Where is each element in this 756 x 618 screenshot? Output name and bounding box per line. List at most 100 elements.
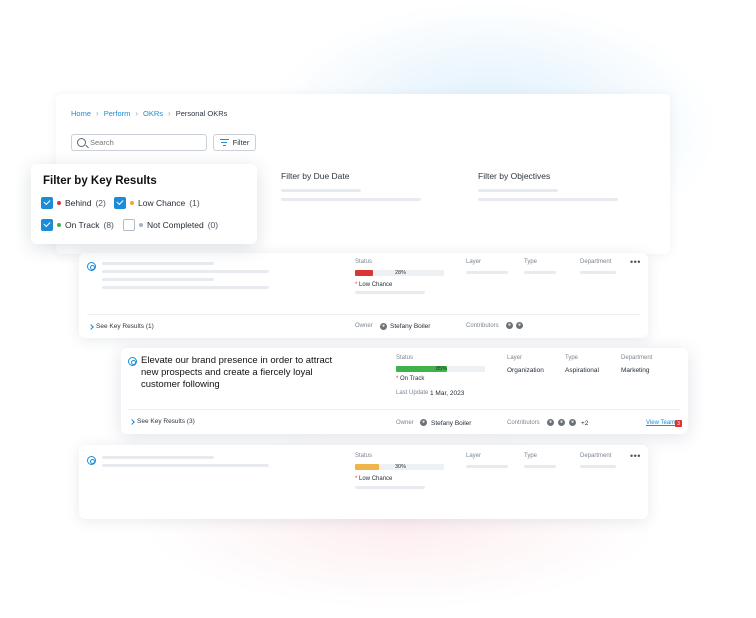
divider (128, 409, 680, 410)
avatar (419, 418, 428, 427)
layer-label: Layer (466, 259, 482, 265)
progress-percent: 28% (395, 270, 407, 276)
avatar (557, 418, 566, 427)
contributors-label: Contributors (466, 323, 499, 329)
skeleton-line (102, 270, 269, 273)
see-key-results-link[interactable]: See Key Results (1) (88, 323, 154, 330)
option-label: Not Completed (147, 220, 204, 230)
chevron-right-icon: › (96, 109, 99, 118)
status-chance: * Low Chance (355, 282, 393, 288)
see-key-results-text: See Key Results (1) (96, 323, 154, 330)
option-count: (2) (95, 198, 106, 208)
filter-option-not-completed[interactable]: Not Completed (0) (123, 219, 218, 231)
popup-title: Filter by Key Results (43, 175, 157, 187)
last-update-value: 1 Mar, 2023 (430, 390, 465, 397)
layer-label: Layer (507, 355, 523, 361)
skeleton-line (466, 465, 508, 468)
target-icon (128, 357, 137, 366)
status-label: Status (355, 259, 373, 265)
option-label: Behind (65, 198, 92, 208)
avatar (568, 418, 577, 427)
checkbox[interactable] (41, 197, 53, 209)
skeleton-line (580, 465, 616, 468)
progress-bar-fill (355, 464, 380, 470)
department-label: Department (580, 453, 612, 459)
filter-due-date-title: Filter by Due Date (281, 171, 350, 181)
chevron-right-icon: › (135, 109, 139, 118)
owner-name: Stefany Boiler (431, 420, 472, 427)
option-label: On Track (65, 220, 100, 230)
more-options-icon[interactable]: ••• (630, 452, 641, 461)
progress-bar-fill (355, 270, 373, 276)
avatar (379, 322, 388, 331)
department-label: Department (580, 259, 612, 265)
status-chance-text: On Track (400, 376, 425, 382)
chevron-right-icon (129, 418, 135, 425)
filter-icon (219, 139, 229, 146)
contributors-label: Contributors (507, 420, 540, 426)
filter-button-label: Filter (232, 138, 250, 147)
avatar (515, 321, 524, 330)
breadcrumb: Home › Perform › OKRs › Personal OKRs (71, 109, 227, 118)
skeleton-line (355, 486, 425, 489)
filter-button[interactable]: Filter (213, 134, 256, 151)
filter-option-on-track[interactable]: On Track (8) (41, 219, 114, 231)
checkbox[interactable] (123, 219, 135, 231)
chevron-right-icon: › (168, 109, 171, 118)
checkbox[interactable] (41, 219, 53, 231)
breadcrumb-home[interactable]: Home (71, 109, 91, 118)
skeleton-line (102, 286, 269, 289)
skeleton-line (102, 456, 214, 459)
progress-percent: 85% (436, 366, 448, 372)
skeleton-line (478, 198, 618, 201)
skeleton-line (355, 291, 425, 294)
extra-contributors-count: +2 (581, 420, 589, 427)
divider (87, 314, 640, 315)
owner-name: Stefany Boiler (390, 323, 431, 330)
filter-option-behind[interactable]: Behind (2) (41, 197, 106, 209)
more-options-icon[interactable]: ••• (630, 258, 641, 267)
skeleton-line (102, 464, 269, 467)
skeleton-line (524, 465, 556, 468)
breadcrumb-okrs[interactable]: OKRs (143, 109, 163, 118)
status-dot (130, 201, 134, 205)
skeleton-line (102, 278, 214, 281)
option-count: (1) (189, 198, 200, 208)
status-dot (57, 223, 61, 227)
option-count: (0) (207, 220, 219, 230)
okr-title[interactable]: Elevate our brand presence in order to a… (141, 355, 351, 391)
skeleton-line (281, 189, 361, 192)
status-chance: * Low Chance (355, 476, 393, 482)
filter-objectives-title: Filter by Objectives (478, 171, 551, 181)
status-dot (57, 201, 61, 205)
team-count-badge: 3 (675, 420, 682, 427)
status-label: Status (396, 355, 414, 361)
skeleton-line (102, 262, 214, 265)
skeleton-line (524, 271, 556, 274)
status-chance-text: Low Chance (359, 476, 393, 482)
layer-label: Layer (466, 453, 482, 459)
option-label: Low Chance (138, 198, 186, 208)
search-box[interactable] (71, 134, 207, 151)
owner-label: Owner (355, 323, 373, 329)
checkbox[interactable] (114, 197, 126, 209)
progress-percent: 30% (395, 464, 407, 470)
view-team-link[interactable]: View Team (646, 420, 675, 426)
target-icon (87, 262, 96, 271)
breadcrumb-current: Personal OKRs (175, 109, 228, 118)
type-value: Aspirational (565, 367, 599, 374)
status-label: Status (355, 453, 373, 459)
layer-value: Organization (507, 367, 544, 374)
status-chance: * On Track (396, 376, 425, 382)
type-label: Type (524, 453, 538, 459)
type-label: Type (565, 355, 579, 361)
see-key-results-link[interactable]: See Key Results (3) (129, 418, 195, 425)
key-results-filter-popup: Filter by Key Results Behind (2) Low Cha… (31, 164, 257, 244)
breadcrumb-perform[interactable]: Perform (104, 109, 131, 118)
search-input[interactable] (90, 138, 190, 147)
see-key-results-text: See Key Results (3) (137, 418, 195, 425)
target-icon (87, 456, 96, 465)
avatar (505, 321, 514, 330)
skeleton-line (281, 198, 421, 201)
filter-option-low-chance[interactable]: Low Chance (1) (114, 197, 200, 209)
